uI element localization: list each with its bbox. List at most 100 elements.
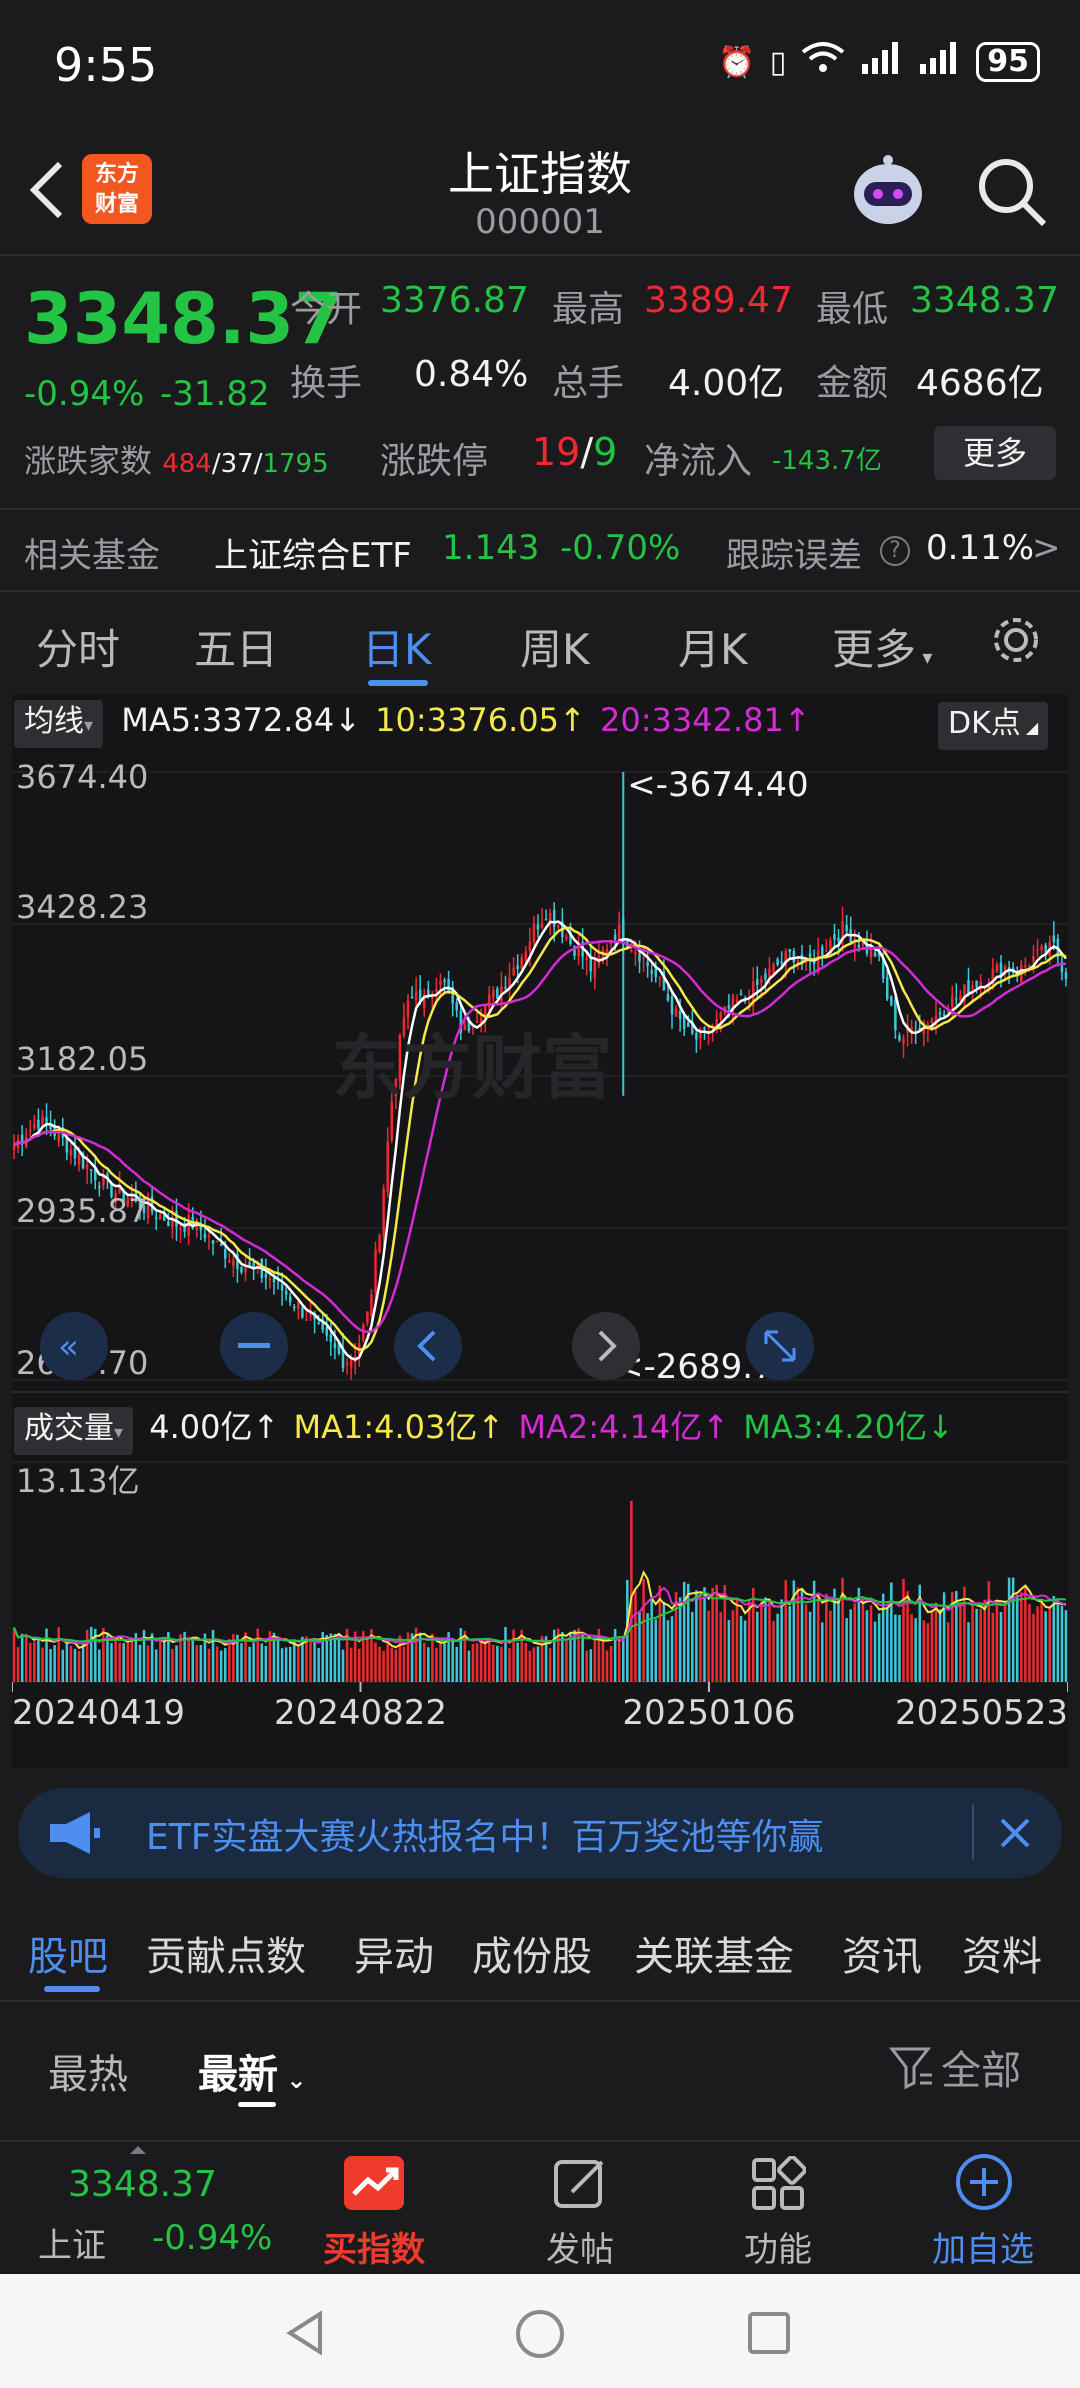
dk-point-label: DK点: [948, 706, 1021, 741]
candle-body: [244, 1267, 247, 1273]
tab-more-periods[interactable]: 更多 ▾: [832, 616, 932, 677]
buy-index-button[interactable]: 买指数: [314, 2142, 434, 2276]
tab-weekly-k[interactable]: 周K: [520, 616, 590, 677]
volume-bar: [1007, 1577, 1011, 1682]
candle-body: [845, 925, 848, 932]
volume-bar: [337, 1635, 341, 1682]
settings-gear-icon[interactable]: [990, 614, 1042, 666]
candle-body: [695, 1032, 698, 1040]
candle-body: [435, 989, 438, 993]
dk-point-button[interactable]: DK点 ◢: [938, 702, 1049, 750]
candle-body: [309, 1314, 312, 1317]
candle-body: [45, 1117, 48, 1124]
candle-body: [345, 1362, 349, 1365]
add-watchlist-button[interactable]: 加自选: [918, 2142, 1048, 2276]
functions-button[interactable]: 功能: [718, 2142, 838, 2276]
volume-bar: [682, 1581, 686, 1682]
volume-bar: [443, 1643, 446, 1682]
scroll-left-button[interactable]: [394, 1312, 462, 1380]
volume-bar: [703, 1587, 706, 1682]
volume-bar: [1060, 1606, 1064, 1682]
related-fund-row[interactable]: 相关基金 上证综合ETF 1.143 -0.70% 跟踪误差 ? 0.11% >: [0, 510, 1080, 590]
volume-bar: [1015, 1594, 1019, 1682]
search-button[interactable]: [974, 154, 1050, 230]
kline-chart[interactable]: 3674.403428.233182.052935.872689.70<-367…: [12, 752, 1068, 1768]
candle-body: [370, 1294, 373, 1317]
candle-body: [240, 1266, 243, 1273]
tab-profile[interactable]: 资料: [962, 1924, 1042, 1982]
volume-bar: [102, 1627, 105, 1682]
volume-bar: [707, 1610, 710, 1682]
volume-bar: [910, 1614, 913, 1682]
tab-news[interactable]: 资讯: [842, 1924, 922, 1982]
volume-bar: [593, 1635, 597, 1682]
candle-body: [223, 1249, 227, 1259]
tab-guba[interactable]: 股吧: [28, 1924, 108, 1982]
candle-body: [638, 954, 641, 962]
scroll-right-button[interactable]: [572, 1312, 640, 1380]
sort-hot[interactable]: 最热: [48, 2042, 128, 2100]
volume-bar: [382, 1650, 385, 1682]
signal-icon: [860, 40, 904, 84]
candle-body: [414, 991, 418, 1000]
candle-body: [1040, 945, 1043, 951]
volume-bar: [869, 1605, 873, 1682]
more-button[interactable]: 更多: [934, 426, 1056, 480]
close-banner-button[interactable]: [990, 1808, 1040, 1858]
volume-bar: [49, 1648, 52, 1682]
volume-bar: [215, 1646, 219, 1682]
vibrate-icon: ▯: [769, 44, 787, 80]
tab-contribution[interactable]: 贡献点数: [146, 1924, 306, 1982]
candle-body: [821, 947, 824, 956]
candle-body: [475, 1021, 479, 1023]
volume-bar: [642, 1578, 645, 1682]
volume-bar: [873, 1621, 877, 1682]
tab-five-day[interactable]: 五日: [194, 616, 278, 677]
zoom-out-button[interactable]: [220, 1312, 288, 1380]
nav-back-button[interactable]: [280, 2308, 330, 2362]
close-icon: [1000, 1818, 1030, 1848]
tab-monthly-k[interactable]: 月K: [678, 616, 748, 677]
ma-selector-button[interactable]: 均线▾: [14, 700, 104, 748]
bottom-index-price: 3348.37: [68, 2164, 217, 2205]
tab-movement[interactable]: 异动: [354, 1924, 434, 1982]
volume-bar: [743, 1620, 747, 1682]
candle-body: [305, 1319, 308, 1321]
expand-fullscreen-button[interactable]: [746, 1312, 814, 1380]
tab-daily-k[interactable]: 日K: [362, 616, 432, 677]
post-button[interactable]: 发帖: [520, 2142, 640, 2276]
index-quote-widget[interactable]: 3348.37 上证 -0.94%: [0, 2142, 272, 2276]
sort-newest-label: 最新: [198, 2052, 278, 2098]
tab-related-funds[interactable]: 关联基金: [634, 1924, 794, 1982]
tab-constituents[interactable]: 成份股: [472, 1924, 592, 1982]
candle-body: [898, 1035, 901, 1040]
candle-body: [333, 1343, 337, 1349]
fund-change: -0.70%: [560, 528, 681, 568]
scroll-left-fast-button[interactable]: «: [40, 1312, 108, 1380]
y-tick-label: 3674.40: [16, 758, 148, 796]
nav-home-button[interactable]: [514, 2308, 566, 2364]
candle-body: [796, 960, 800, 963]
promo-banner[interactable]: ETF实盘大赛火热报名中！百万奖池等你赢: [18, 1788, 1062, 1878]
candle-body: [77, 1154, 81, 1165]
volume-bar: [691, 1611, 694, 1682]
volume-bar: [959, 1602, 962, 1682]
volume-bar: [29, 1642, 32, 1682]
help-icon[interactable]: ?: [880, 536, 910, 566]
volume-bar: [333, 1633, 337, 1682]
sort-newest[interactable]: 最新 ⌄: [198, 2042, 306, 2100]
volume-bar: [946, 1622, 950, 1682]
turnover-label: 换手: [290, 363, 363, 404]
volume-bar: [520, 1629, 523, 1682]
volume-bar: [528, 1650, 532, 1682]
tab-intraday[interactable]: 分时: [36, 616, 120, 677]
volume-bar: [670, 1616, 674, 1682]
volume-bar: [297, 1646, 300, 1682]
volume-bar: [1036, 1606, 1039, 1682]
nav-recents-button[interactable]: [746, 2310, 792, 2360]
robot-assistant-icon[interactable]: [846, 150, 930, 234]
filter-button[interactable]: 全部: [888, 2038, 1021, 2096]
volume-bar: [179, 1634, 182, 1682]
breadth-flat: 37: [220, 449, 254, 479]
candle-body: [232, 1259, 235, 1267]
